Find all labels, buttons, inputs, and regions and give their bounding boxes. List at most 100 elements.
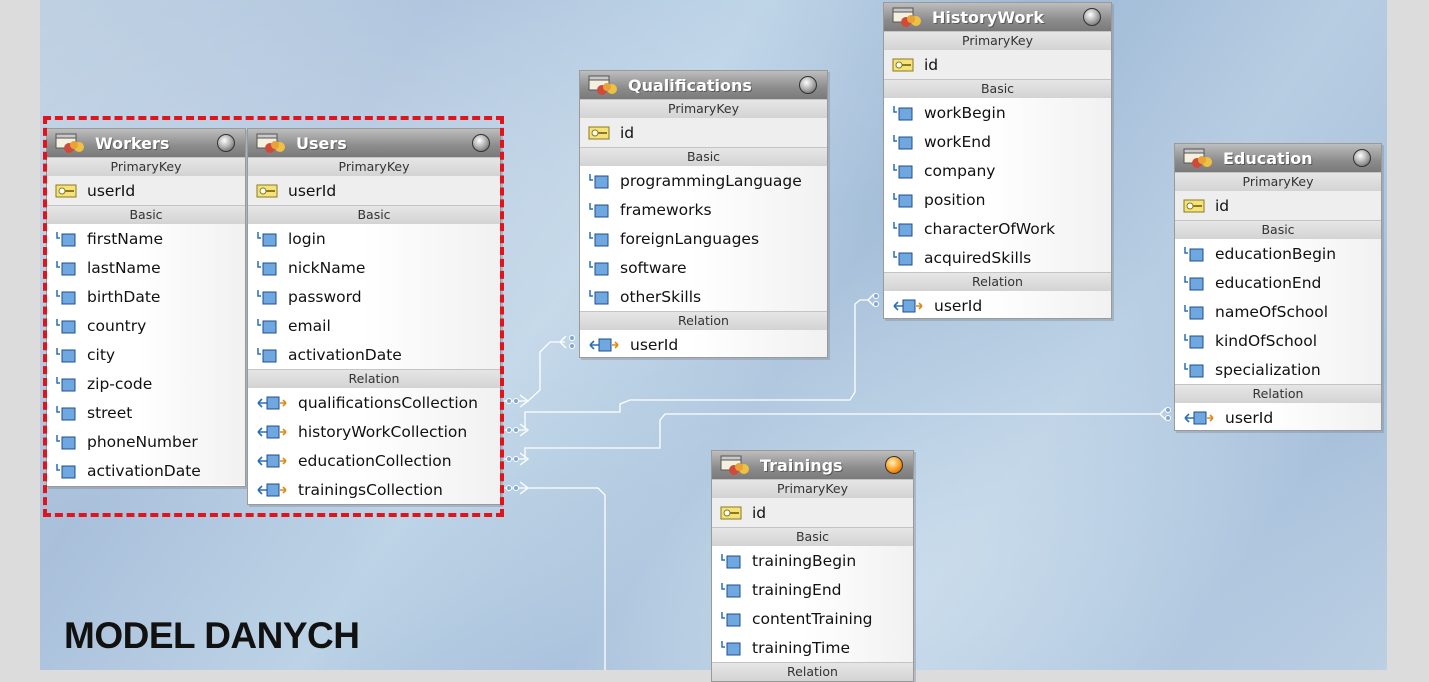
- field-name: trainingBegin: [752, 551, 857, 570]
- field-name: company: [924, 161, 996, 180]
- collapse-toggle-icon[interactable]: [885, 456, 903, 474]
- field-name: programmingLanguage: [620, 171, 802, 190]
- field-row[interactable]: programmingLanguage: [580, 166, 827, 195]
- diagram-title: MODEL DANYCH: [64, 615, 360, 656]
- section-primarykey: PrimaryKey: [712, 479, 913, 498]
- field-name: kindOfSchool: [1215, 331, 1318, 350]
- field-icon: [1184, 304, 1204, 319]
- field-row[interactable]: contentTraining: [712, 604, 913, 633]
- field-name: software: [620, 258, 687, 277]
- connector-qualifications: [504, 341, 565, 402]
- section-relation: Relation: [884, 272, 1111, 291]
- collapse-toggle-icon[interactable]: [799, 76, 817, 94]
- field-icon: [893, 221, 913, 236]
- field-icon: [893, 105, 913, 120]
- entity-qualifications[interactable]: Qualifications PrimaryKey id Basic progr…: [579, 70, 828, 358]
- entity-trainings[interactable]: Trainings PrimaryKey id Basic trainingBe…: [711, 450, 914, 682]
- field-row[interactable]: id: [712, 498, 913, 527]
- field-row[interactable]: trainingBegin: [712, 546, 913, 575]
- section-relation: Relation: [580, 311, 827, 330]
- field-row[interactable]: nameOfSchool: [1175, 297, 1381, 326]
- relation-row[interactable]: userId: [1175, 403, 1381, 430]
- entity-icon: [588, 75, 617, 95]
- entity-header[interactable]: Qualifications: [580, 71, 827, 99]
- field-row[interactable]: trainingEnd: [712, 575, 913, 604]
- field-row[interactable]: acquiredSkills: [884, 243, 1111, 272]
- entity-header[interactable]: Education: [1175, 144, 1381, 172]
- field-name: id: [1215, 196, 1230, 215]
- field-name: educationBegin: [1215, 244, 1337, 263]
- field-row[interactable]: specialization: [1175, 355, 1381, 384]
- key-icon: [588, 126, 610, 139]
- entity-title: Education: [1223, 148, 1313, 168]
- field-row[interactable]: characterOfWork: [884, 214, 1111, 243]
- field-name: id: [620, 123, 635, 142]
- field-icon: [1184, 362, 1204, 377]
- field-icon: [589, 231, 609, 246]
- field-row[interactable]: kindOfSchool: [1175, 326, 1381, 355]
- section-primarykey: PrimaryKey: [580, 99, 827, 118]
- field-row[interactable]: company: [884, 156, 1111, 185]
- relation-icon: [1184, 411, 1214, 424]
- entity-header[interactable]: HistoryWork: [884, 3, 1111, 31]
- field-name: otherSkills: [620, 287, 702, 306]
- field-icon: [1184, 246, 1204, 261]
- collapse-toggle-icon[interactable]: [1083, 8, 1101, 26]
- field-icon: [589, 260, 609, 275]
- field-row[interactable]: educationBegin: [1175, 239, 1381, 268]
- field-row[interactable]: id: [580, 118, 827, 147]
- field-name: characterOfWork: [924, 219, 1056, 238]
- relation-icon: [893, 299, 923, 312]
- field-name: nameOfSchool: [1215, 302, 1329, 321]
- field-name: id: [752, 503, 767, 522]
- field-icon: [893, 192, 913, 207]
- field-name: workEnd: [924, 132, 991, 151]
- field-name: trainingEnd: [752, 580, 842, 599]
- field-row[interactable]: workEnd: [884, 127, 1111, 156]
- relation-icon: [589, 338, 619, 351]
- field-row[interactable]: position: [884, 185, 1111, 214]
- field-icon: [1184, 275, 1204, 290]
- section-basic: Basic: [884, 79, 1111, 98]
- field-row[interactable]: software: [580, 253, 827, 282]
- entity-title: Qualifications: [628, 75, 752, 95]
- entity-title: HistoryWork: [932, 7, 1044, 27]
- field-row[interactable]: id: [884, 50, 1111, 79]
- relation-name: userId: [630, 335, 679, 354]
- field-name: frameworks: [620, 200, 712, 219]
- field-row[interactable]: foreignLanguages: [580, 224, 827, 253]
- section-relation: Relation: [1175, 384, 1381, 403]
- field-name: id: [924, 55, 939, 74]
- field-name: workBegin: [924, 103, 1006, 122]
- relation-row[interactable]: userId: [580, 330, 827, 357]
- section-primarykey: PrimaryKey: [884, 31, 1111, 50]
- field-row[interactable]: id: [1175, 191, 1381, 220]
- field-icon: [721, 553, 741, 568]
- field-icon: [721, 611, 741, 626]
- section-basic: Basic: [580, 147, 827, 166]
- section-basic: Basic: [712, 527, 913, 546]
- field-name: trainingTime: [752, 638, 850, 657]
- field-icon: [589, 289, 609, 304]
- field-row[interactable]: otherSkills: [580, 282, 827, 311]
- key-icon: [1183, 199, 1205, 212]
- field-icon: [721, 640, 741, 655]
- entity-header[interactable]: Trainings: [712, 451, 913, 479]
- field-row[interactable]: workBegin: [884, 98, 1111, 127]
- relation-row[interactable]: userId: [884, 291, 1111, 318]
- collapse-toggle-icon[interactable]: [1353, 149, 1371, 167]
- field-row[interactable]: educationEnd: [1175, 268, 1381, 297]
- section-relation: Relation: [712, 662, 913, 681]
- field-row[interactable]: frameworks: [580, 195, 827, 224]
- field-row[interactable]: trainingTime: [712, 633, 913, 662]
- field-name: position: [924, 190, 986, 209]
- field-name: contentTraining: [752, 609, 873, 628]
- field-icon: [589, 202, 609, 217]
- field-name: specialization: [1215, 360, 1321, 379]
- entity-icon: [892, 7, 921, 27]
- entity-icon: [720, 455, 749, 475]
- entity-historywork[interactable]: HistoryWork PrimaryKey id Basic workBegi…: [883, 2, 1112, 319]
- entity-education[interactable]: Education PrimaryKey id Basic educationB…: [1174, 143, 1382, 431]
- key-icon: [720, 506, 742, 519]
- entity-title: Trainings: [760, 455, 843, 475]
